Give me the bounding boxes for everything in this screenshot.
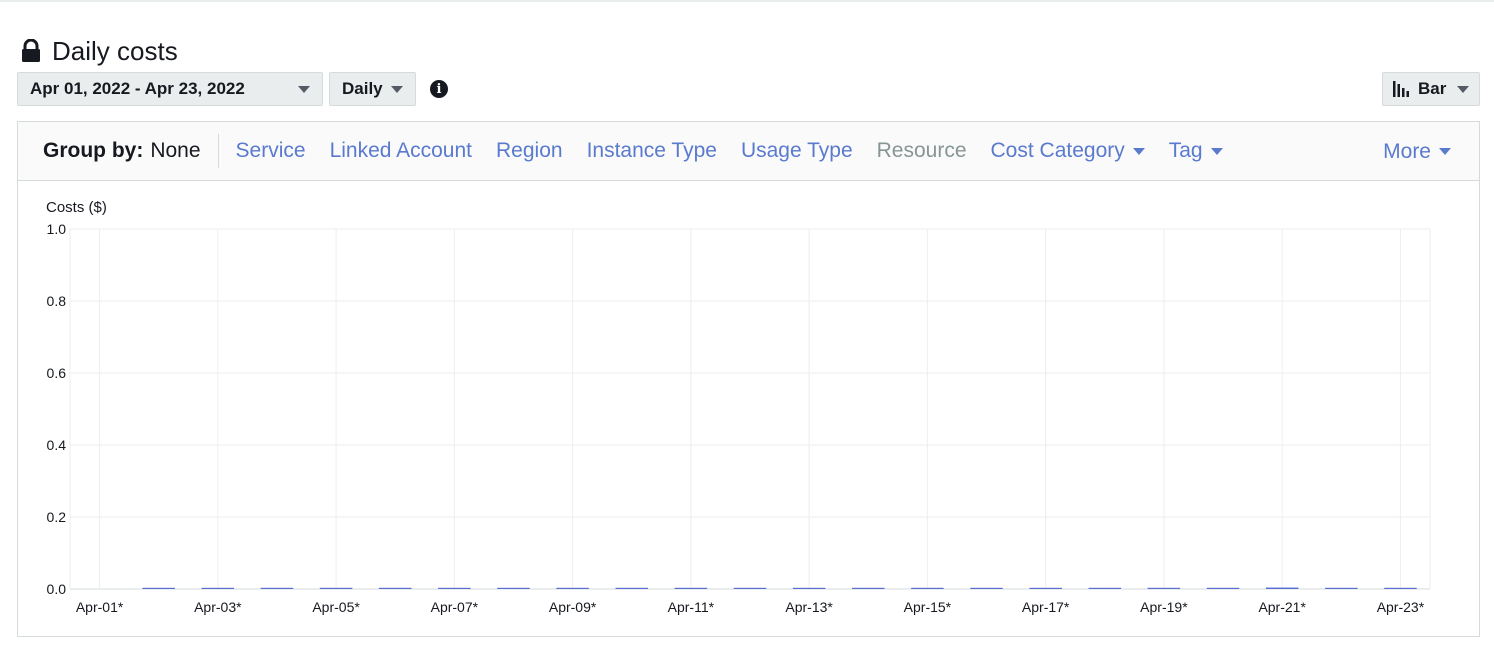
page-header: Daily costs: [20, 34, 178, 68]
x-tick-label: Apr-13*: [785, 599, 833, 615]
cost-chart: Costs ($) 0.0 0.2 0.4 0.6 0.8 1.0 Apr-01* Apr-…: [18, 182, 1479, 636]
y-axis-ticks: 0.0 0.2 0.4 0.6 0.8 1.0: [47, 221, 67, 597]
chart-type-value: Bar: [1418, 79, 1447, 98]
page-title: Daily costs: [52, 35, 178, 66]
bar-Apr-10*[interactable]: [615, 587, 648, 589]
bar-Apr-02*[interactable]: [142, 587, 175, 589]
bar-Apr-04*[interactable]: [260, 587, 294, 589]
x-tick-label: Apr-21*: [1258, 599, 1306, 615]
y-tick-label: 0.4: [47, 437, 67, 453]
bar-Apr-15*[interactable]: [911, 587, 944, 589]
bar-chart-icon: [1393, 81, 1409, 97]
bar-Apr-19*[interactable]: [1147, 587, 1181, 589]
granularity-dropdown[interactable]: Daily: [329, 72, 416, 106]
y-tick-label: 0.6: [47, 365, 67, 381]
bar-Apr-13*[interactable]: [792, 587, 826, 589]
group-by-value: None: [150, 139, 201, 162]
bar-Apr-05*[interactable]: [319, 587, 353, 589]
bar-Apr-14*[interactable]: [852, 587, 885, 589]
chart-panel: Group by: None Service Linked Account Re…: [17, 121, 1480, 637]
chevron-down-icon: [391, 85, 403, 93]
bar-Apr-20*[interactable]: [1206, 587, 1240, 589]
y-tick-label: 0.0: [47, 581, 67, 597]
chart-type-dropdown[interactable]: Bar: [1382, 72, 1480, 106]
x-axis-ticks: Apr-01* Apr-03* Apr-05* Apr-07* Apr-09* Apr-1…: [76, 599, 1425, 615]
group-by-tag[interactable]: Tag: [1169, 139, 1223, 163]
group-by-resource: Resource: [876, 139, 967, 162]
group-by-instance-type[interactable]: Instance Type: [587, 139, 717, 163]
group-by-more[interactable]: More: [1383, 122, 1451, 181]
bar-Apr-21*[interactable]: [1265, 587, 1299, 589]
x-tick-label: Apr-19*: [1140, 599, 1188, 615]
y-tick-label: 0.8: [47, 293, 67, 309]
date-range-value: Apr 01, 2022 - Apr 23, 2022: [30, 79, 245, 98]
group-by-region[interactable]: Region: [496, 139, 563, 163]
bar-Apr-17*[interactable]: [1029, 587, 1062, 589]
cost-bar-chart: Costs ($) 0.00.20.40.60.81.0 Apr-01* Apr-…: [46, 199, 1431, 615]
y-axis-label: Costs ($): [46, 199, 107, 216]
bar-Apr-08*[interactable]: [497, 587, 530, 589]
top-divider: [0, 0, 1494, 2]
bar-Apr-23*[interactable]: [1384, 587, 1417, 589]
info-icon[interactable]: i: [430, 80, 448, 98]
x-tick-label: Apr-01*: [76, 599, 124, 615]
group-by-bar: Group by: None Service Linked Account Re…: [18, 122, 1479, 181]
y-tick-label: 0.2: [47, 509, 67, 525]
chart-controls: Apr 01, 2022 - Apr 23, 2022 Daily i: [17, 72, 448, 106]
bar-Apr-06*[interactable]: [378, 587, 412, 589]
bar-Apr-11*[interactable]: [674, 587, 708, 589]
group-by-service[interactable]: Service: [236, 139, 306, 163]
x-tick-label: Apr-05*: [312, 599, 360, 615]
x-tick-label: Apr-11*: [668, 599, 715, 615]
x-tick-label: Apr-03*: [194, 599, 242, 615]
lock-icon: [22, 39, 40, 62]
group-by-linked-account[interactable]: Linked Account: [330, 139, 472, 163]
bar-Apr-03*[interactable]: [201, 587, 235, 589]
date-range-dropdown[interactable]: Apr 01, 2022 - Apr 23, 2022: [17, 72, 323, 106]
group-by-label: Group by:: [43, 139, 144, 162]
x-tick-label: Apr-17*: [1022, 599, 1070, 615]
x-tick-label: Apr-23*: [1377, 599, 1425, 615]
group-by-cost-category[interactable]: Cost Category: [991, 139, 1145, 163]
bar-Apr-12*[interactable]: [733, 587, 767, 589]
granularity-value: Daily: [342, 79, 383, 98]
bar-Apr-07*[interactable]: [438, 587, 471, 589]
chevron-down-icon: [298, 85, 310, 93]
caret-down-icon: [1210, 147, 1223, 155]
group-by-divider: [217, 134, 219, 168]
bar-Apr-22*[interactable]: [1325, 587, 1358, 589]
x-tick-label: Apr-09*: [549, 599, 597, 615]
caret-down-icon: [1439, 148, 1451, 155]
bar-Apr-16*[interactable]: [970, 587, 1003, 589]
group-by-usage-type[interactable]: Usage Type: [741, 139, 853, 163]
bar-Apr-09*[interactable]: [556, 587, 589, 589]
bar-Apr-18*[interactable]: [1088, 587, 1122, 589]
x-tick-label: Apr-15*: [904, 599, 952, 615]
grid-lines: [69, 228, 1431, 590]
caret-down-icon: [1132, 147, 1145, 155]
x-tick-label: Apr-07*: [431, 599, 479, 615]
y-tick-label: 1.0: [47, 221, 67, 237]
chevron-down-icon: [1457, 85, 1469, 93]
